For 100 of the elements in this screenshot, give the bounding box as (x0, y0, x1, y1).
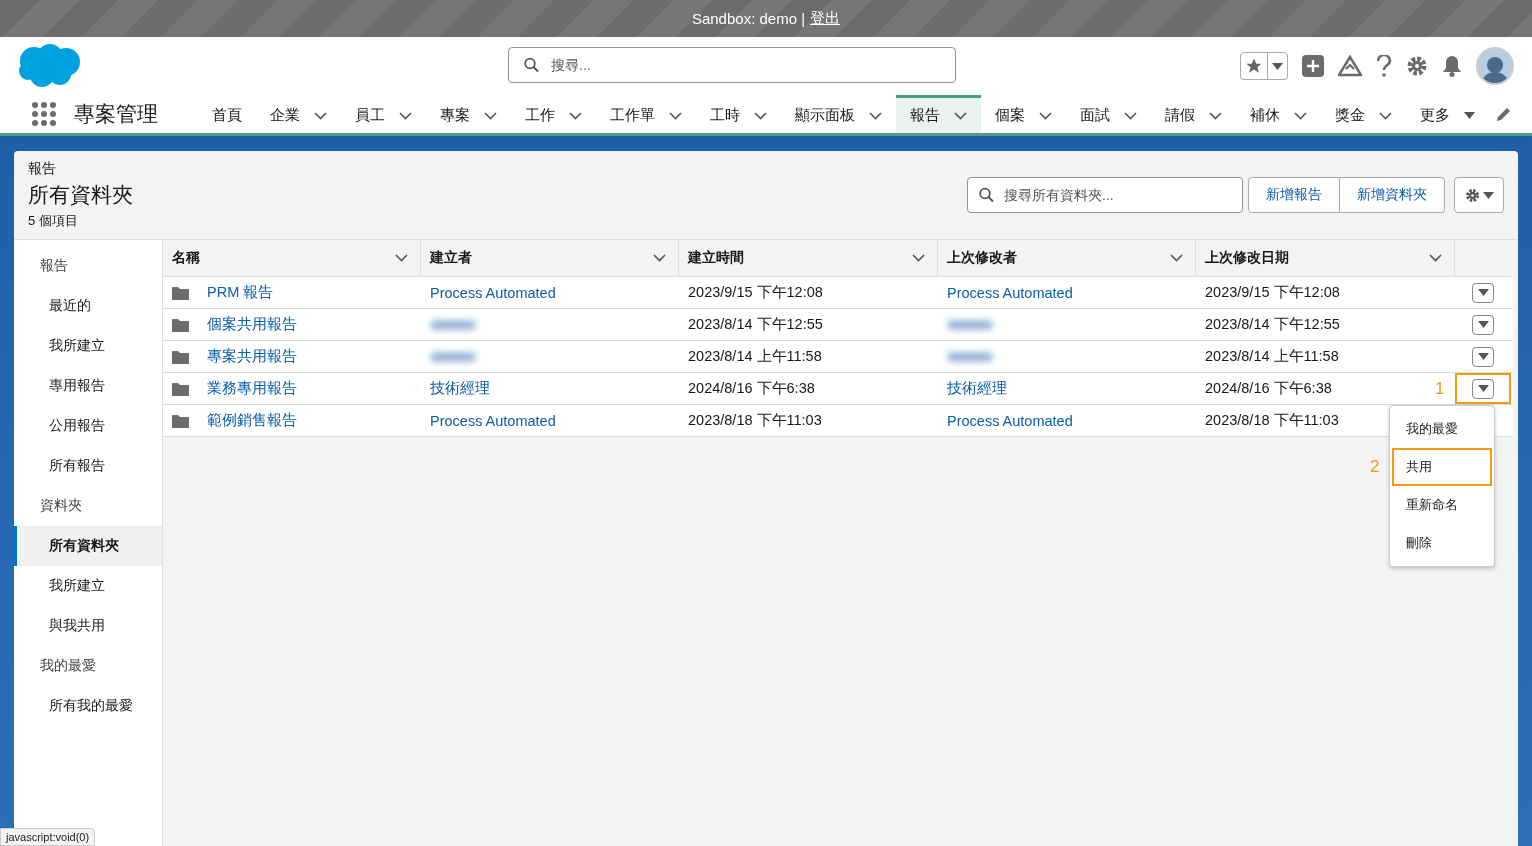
nav-tab[interactable]: 個案 (981, 95, 1066, 133)
nav-tab[interactable]: 專案 (426, 95, 511, 133)
search-icon (524, 57, 539, 73)
user-link[interactable]: Process Automated (430, 412, 556, 429)
column-header[interactable]: 建立時間 (679, 240, 938, 276)
chevron-down-icon (395, 254, 408, 262)
user-link[interactable]: Process Automated (947, 412, 1073, 429)
favorites-button[interactable] (1240, 52, 1288, 80)
folder-icon (172, 317, 189, 332)
nav-tab[interactable]: 企業 (256, 95, 341, 133)
sidebar-item[interactable]: 我所建立 (14, 566, 162, 606)
caret-down-icon (1477, 385, 1489, 392)
settings-icon[interactable] (1406, 55, 1428, 77)
nav-tab[interactable]: 工作 (511, 95, 596, 133)
step-number: 1 (1435, 378, 1445, 399)
chevron-down-icon (754, 111, 767, 120)
plus-icon[interactable] (1302, 55, 1324, 77)
nav-tab[interactable]: 面試 (1066, 95, 1151, 133)
chevron-down-icon (912, 254, 925, 262)
folder-icon (172, 413, 189, 428)
page-title: 所有資料夾 (28, 182, 133, 208)
item-count: 5 個項目 (28, 212, 79, 230)
user-link[interactable]: Process Automated (947, 284, 1073, 301)
folder-link[interactable]: PRM 報告 (207, 283, 274, 302)
nav-tab[interactable]: 員工 (341, 95, 426, 133)
created-time: 2024/8/16 下午6:38 (688, 379, 815, 398)
settings-icon (1464, 187, 1480, 203)
modified-date: 2024/8/16 下午6:38 (1205, 379, 1332, 398)
app-launcher-icon[interactable] (32, 102, 56, 126)
search-field[interactable]: 搜尋... (508, 47, 956, 83)
chevron-down-icon (314, 111, 327, 120)
chevron-down-icon (1039, 111, 1052, 120)
nav-tab[interactable]: 補休 (1236, 95, 1321, 133)
folder-link[interactable]: 業務專用報告 (207, 379, 297, 398)
nav-tab[interactable]: 獎金 (1321, 95, 1406, 133)
row-actions-button[interactable] (1472, 314, 1494, 335)
blurred-name (430, 351, 476, 362)
folder-link[interactable]: 個案共用報告 (207, 315, 297, 334)
folder-icon (172, 285, 189, 300)
row-actions-button[interactable] (1472, 346, 1494, 367)
chevron-down-icon (484, 111, 497, 120)
caret-down-icon (1464, 112, 1475, 119)
sidebar-item[interactable]: 最近的 (14, 286, 162, 326)
chevron-down-icon (1124, 111, 1137, 120)
row-actions-button[interactable] (1472, 378, 1494, 399)
help-icon[interactable] (1376, 55, 1392, 77)
chevron-down-icon (1170, 254, 1183, 262)
nav-tab[interactable]: 首頁 (198, 95, 256, 133)
sidebar-item[interactable]: 與我共用 (14, 606, 162, 646)
bell-icon[interactable] (1442, 55, 1462, 77)
chevron-down-icon (1379, 111, 1392, 120)
chevron-down-icon (1294, 111, 1307, 120)
settings-menu-button[interactable] (1454, 177, 1504, 213)
folder-link[interactable]: 範例銷售報告 (207, 411, 297, 430)
created-time: 2023/8/18 下午11:03 (688, 411, 822, 430)
new-button[interactable]: 新增報告 (1248, 177, 1340, 213)
user-link[interactable]: 技術經理 (430, 379, 490, 398)
sidebar-item[interactable]: 我所建立 (14, 326, 162, 366)
created-time: 2023/8/14 下午12:55 (688, 315, 823, 334)
modified-date: 2023/8/14 下午12:55 (1205, 315, 1340, 334)
folder-icon (172, 381, 189, 396)
created-time: 2023/9/15 下午12:08 (688, 283, 823, 302)
sidebar-item[interactable]: 所有資料夾 (14, 526, 162, 566)
nav-tab[interactable]: 顯示面板 (781, 95, 896, 133)
app-name: 專案管理 (74, 101, 158, 127)
column-header[interactable]: 上次修改日期 (1196, 240, 1455, 276)
chevron-down-icon (1209, 111, 1222, 120)
nav-tab[interactable]: 工作單 (596, 95, 696, 133)
sidebar-item[interactable]: 專用報告 (14, 366, 162, 406)
user-link[interactable]: Process Automated (430, 284, 556, 301)
sidebar-item[interactable]: 公用報告 (14, 406, 162, 446)
folder-search-field[interactable]: 搜尋所有資料夾... (967, 177, 1243, 213)
column-header[interactable]: 建立者 (421, 240, 679, 276)
sidebar-heading: 我的最愛 (39, 656, 97, 675)
column-header[interactable]: 上次修改者 (938, 240, 1196, 276)
nav-tab[interactable]: 更多 (1406, 95, 1489, 133)
sidebar-item[interactable]: 所有報告 (14, 446, 162, 486)
user-link[interactable]: 技術經理 (947, 379, 1007, 398)
nav-tab[interactable]: 工時 (696, 95, 781, 133)
folder-icon (172, 349, 189, 364)
row-actions-button[interactable] (1472, 282, 1494, 303)
menu-item[interactable]: 重新命名 (1392, 486, 1492, 524)
column-header[interactable]: 名稱 (163, 240, 421, 276)
folder-link[interactable]: 專案共用報告 (207, 347, 297, 366)
blurred-name (430, 319, 476, 330)
mountain-icon[interactable] (1338, 55, 1362, 77)
chevron-down-icon (1429, 254, 1442, 262)
user-avatar[interactable] (1476, 47, 1514, 85)
menu-item[interactable]: 刪除 (1392, 524, 1492, 562)
logout-link[interactable]: 登出 (810, 9, 841, 28)
nav-tab[interactable]: 請假 (1151, 95, 1236, 133)
sidebar-heading: 報告 (39, 256, 69, 275)
blurred-name (947, 319, 993, 330)
menu-item[interactable]: 我的最愛 (1392, 410, 1492, 448)
sidebar-item[interactable]: 所有我的最愛 (14, 686, 162, 726)
pencil-icon[interactable] (1496, 106, 1512, 122)
menu-item-label: 我的最愛 (1406, 420, 1458, 438)
menu-item-label: 共用 (1406, 458, 1432, 476)
nav-tab[interactable]: 報告 (896, 95, 981, 133)
new-button[interactable]: 新增資料夾 (1340, 177, 1445, 213)
